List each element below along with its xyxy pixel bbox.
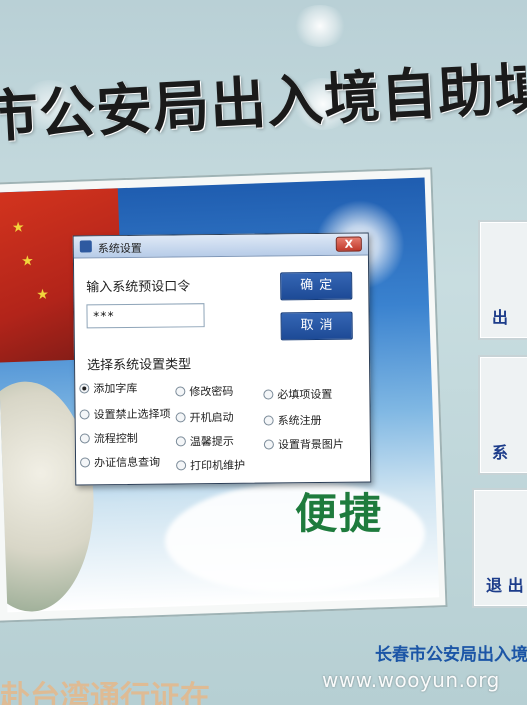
radio-icon	[263, 389, 274, 400]
side-button-exit-entry[interactable]: 出	[478, 220, 527, 340]
radio-icon	[175, 412, 186, 423]
option-certificate-query[interactable]: 办证信息查询	[80, 454, 160, 471]
radio-icon	[263, 439, 274, 450]
option-printer-maintenance[interactable]: 打印机维护	[176, 457, 245, 474]
footer-text: 长春市公安局出入境	[375, 645, 527, 665]
dialog-title: 系统设置	[97, 241, 142, 256]
slogan: 便捷	[295, 489, 384, 538]
option-flow-control[interactable]: 流程控制	[79, 430, 138, 447]
side-button-label: 出	[492, 308, 509, 327]
dialog-titlebar[interactable]: 系统设置 X	[73, 233, 368, 259]
option-disable-choices[interactable]: 设置禁止选择项	[79, 406, 171, 423]
banner-title: 市公安局出入境自助填表系统	[0, 46, 527, 151]
radio-icon	[175, 386, 186, 397]
option-system-registration[interactable]: 系统注册	[263, 412, 322, 429]
option-required-fields[interactable]: 必填项设置	[263, 386, 332, 403]
option-add-font[interactable]: 添加字库	[79, 380, 137, 397]
option-tips[interactable]: 温馨提示	[175, 433, 234, 450]
password-input[interactable]: ***	[86, 303, 205, 329]
radio-icon	[79, 409, 90, 420]
kiosk-screen: 市公安局出入境自助填表系统 ★ ★ ★ 便捷 出 系 退 出 长春市公安局出入境…	[0, 0, 527, 705]
option-startup[interactable]: 开机启动	[175, 409, 234, 426]
option-background-image[interactable]: 设置背景图片	[263, 436, 344, 453]
settings-type-label: 选择系统设置类型	[86, 357, 192, 374]
side-button-system[interactable]: 系	[478, 355, 527, 475]
password-prompt-label: 输入系统预设口令	[86, 279, 191, 296]
system-settings-dialog: 系统设置 X 输入系统预设口令 *** 确定 取消 选择系统设置类型 添加字库 …	[72, 232, 372, 486]
radio-icon	[80, 457, 91, 468]
radio-icon	[79, 433, 90, 444]
close-button[interactable]: X	[335, 236, 362, 252]
radio-icon	[176, 460, 187, 471]
app-icon	[79, 240, 92, 253]
side-button-quit[interactable]: 退 出	[472, 488, 527, 608]
light-glare	[292, 5, 348, 47]
option-change-password[interactable]: 修改密码	[175, 383, 233, 400]
watermark: www.wooyun.org	[322, 668, 500, 692]
radio-checked-icon	[79, 383, 90, 394]
side-button-label: 退 出	[486, 576, 524, 595]
cancel-button[interactable]: 取消	[280, 311, 353, 341]
bottom-text: 赴台湾通行证在	[0, 680, 210, 705]
side-button-label: 系	[492, 443, 509, 462]
ok-button[interactable]: 确定	[280, 271, 353, 301]
radio-icon	[175, 436, 186, 447]
radio-icon	[263, 415, 274, 426]
